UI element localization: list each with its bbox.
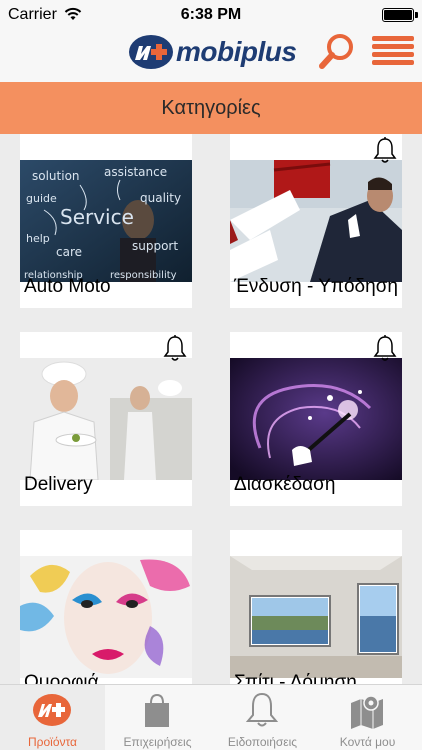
section-title: Κατηγορίες xyxy=(161,96,261,119)
mobiplus-logo-icon xyxy=(129,35,173,69)
image-word: responsibility xyxy=(110,270,177,281)
image-word: solution xyxy=(32,169,80,183)
map-pin-icon xyxy=(351,695,383,729)
category-image xyxy=(230,556,402,678)
app-header: mobiplus xyxy=(0,30,422,82)
image-word: help xyxy=(26,232,50,245)
shopping-bag-icon xyxy=(145,693,169,727)
menu-bar-line xyxy=(372,60,414,65)
menu-bar-line xyxy=(372,52,414,57)
bell-icon xyxy=(245,692,279,727)
tab-label: Ειδοποιήσεις xyxy=(227,735,298,749)
image-word: assistance xyxy=(104,165,167,179)
battery-tip xyxy=(415,12,418,18)
category-card-home[interactable]: Σπίτι - Δόμηση xyxy=(230,530,402,684)
tab-label: Επιχειρήσεις xyxy=(123,735,192,749)
category-image xyxy=(20,358,192,480)
image-word: Service xyxy=(60,205,134,229)
category-grid: solution assistance guide quality Servic… xyxy=(0,134,422,684)
tab-products[interactable]: Προϊόντα xyxy=(0,685,105,750)
mobiplus-logo[interactable]: mobiplus xyxy=(128,32,297,72)
category-image xyxy=(230,160,402,282)
mobiplus-logo-icon xyxy=(33,694,71,726)
category-label: Σπίτι - Δόμηση xyxy=(234,672,357,684)
battery-icon xyxy=(382,8,414,22)
category-image xyxy=(230,358,402,480)
category-label: Delivery xyxy=(24,474,93,495)
category-card-clothing[interactable]: Ένδυση - Υπόδηση xyxy=(230,134,402,308)
category-image xyxy=(20,556,192,678)
status-bar: Carrier 6:38 PM xyxy=(0,0,422,30)
tab-businesses[interactable]: Επιχειρήσεις xyxy=(105,685,210,750)
clock: 6:38 PM xyxy=(180,6,242,23)
category-label: Auto Moto xyxy=(24,276,111,297)
bottom-tab-bar: Προϊόντα Επιχειρήσεις Ειδοποιήσεις Κοντά… xyxy=(0,684,422,750)
section-header: Κατηγορίες xyxy=(0,82,422,134)
image-word: quality xyxy=(140,191,181,205)
category-label: Ένδυση - Υπόδηση xyxy=(234,276,398,297)
bell-icon[interactable] xyxy=(372,334,398,362)
category-card-delivery[interactable]: Delivery xyxy=(20,332,192,506)
image-word: care xyxy=(56,245,82,259)
bell-icon[interactable] xyxy=(162,334,188,362)
tab-notifications[interactable]: Ειδοποιήσεις xyxy=(210,685,315,750)
tab-nearby[interactable]: Κοντά μου xyxy=(315,685,420,750)
category-label: Ομορφιά xyxy=(24,672,99,684)
search-icon[interactable] xyxy=(318,32,356,70)
category-label: Διασκέδαση xyxy=(234,474,336,495)
menu-bar-line xyxy=(372,36,414,41)
hamburger-menu-icon[interactable] xyxy=(372,34,414,66)
bell-icon[interactable] xyxy=(372,136,398,164)
menu-bar-line xyxy=(372,44,414,49)
logo-wordmark: mobiplus xyxy=(176,36,297,67)
image-word: support xyxy=(132,239,178,253)
tab-label: Κοντά μου xyxy=(339,735,396,749)
category-card-entertainment[interactable]: Διασκέδαση xyxy=(230,332,402,506)
tab-label: Προϊόντα xyxy=(27,735,77,749)
category-card-beauty[interactable]: Ομορφιά xyxy=(20,530,192,684)
category-card-auto-moto[interactable]: solution assistance guide quality Servic… xyxy=(20,134,192,308)
category-image: solution assistance guide quality Servic… xyxy=(20,160,192,282)
image-word: guide xyxy=(26,192,57,205)
